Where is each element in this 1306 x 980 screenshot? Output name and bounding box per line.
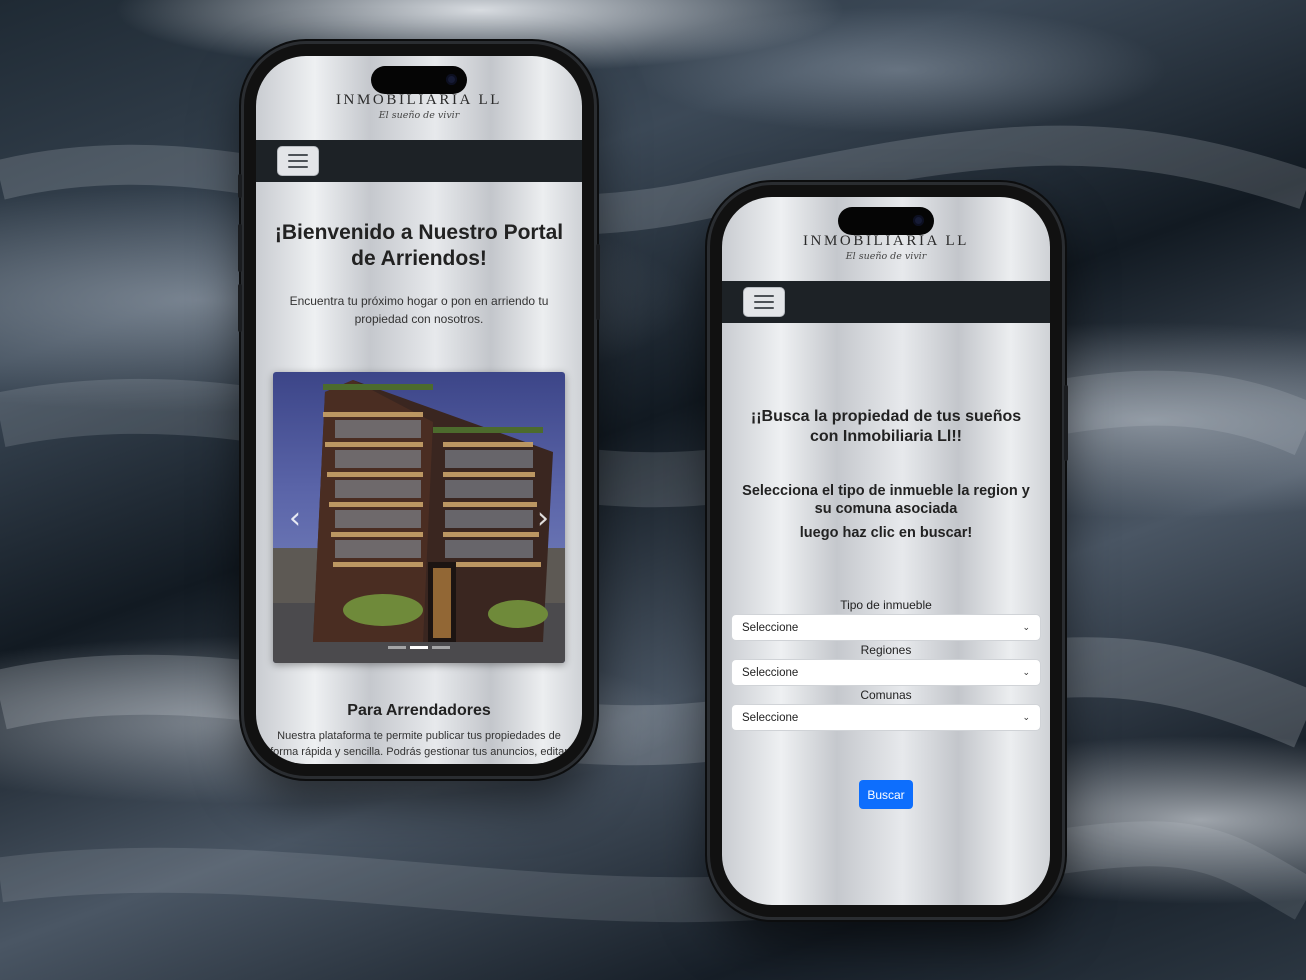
carousel-indicator-active[interactable] <box>410 646 428 649</box>
background-silk-waves <box>0 125 1306 923</box>
search-title: ¡¡Busca la propiedad de tus sueños con I… <box>750 408 1022 445</box>
brand-tagline: El sueño de vivir <box>845 251 927 262</box>
owners-section-title: Para Arrendadores <box>347 702 491 719</box>
camera-icon <box>913 215 924 226</box>
carousel-indicator[interactable] <box>388 646 406 649</box>
commune-label: Comunas <box>860 688 912 702</box>
hamburger-menu-button[interactable] <box>743 287 785 317</box>
phone-screen-search: INMOBILIARIA LL El sueño de vivir ¡¡Busc… <box>722 197 1050 905</box>
hamburger-line <box>288 166 308 168</box>
region-select[interactable]: Seleccione ⌄ <box>731 659 1041 686</box>
phone-side-button <box>238 174 242 198</box>
search-button[interactable]: Buscar <box>859 780 913 809</box>
brand-name: INMOBILIARIA LL <box>802 233 970 249</box>
navbar <box>722 281 1050 323</box>
commune-select[interactable]: Seleccione ⌄ <box>731 704 1041 731</box>
property-carousel[interactable]: ‹ › <box>273 372 565 663</box>
search-instruction-line-1: Selecciona el tipo de inmueble la region… <box>742 483 1030 517</box>
phone-power-button <box>596 244 600 320</box>
chevron-right-icon[interactable]: › <box>531 504 555 534</box>
carousel-indicators <box>273 646 565 649</box>
hamburger-line <box>288 160 308 162</box>
hamburger-line <box>754 301 774 303</box>
camera-icon <box>446 74 457 85</box>
search-form: Tipo de inmueble Seleccione ⌄ Regiones S… <box>722 596 1050 731</box>
commune-value: Seleccione <box>742 711 799 724</box>
phone-power-button <box>1064 385 1068 461</box>
chevron-left-icon[interactable]: ‹ <box>283 504 307 534</box>
hamburger-line <box>754 307 774 309</box>
property-type-label: Tipo de inmueble <box>840 598 932 612</box>
dynamic-island <box>371 66 467 94</box>
hamburger-line <box>288 154 308 156</box>
search-instruction-line-2: luego haz clic en buscar! <box>799 525 973 541</box>
phone-mockup-home: INMOBILIARIA LL El sueño de vivir ¡Bienv… <box>238 44 600 776</box>
hamburger-line <box>754 295 774 297</box>
phone-volume-down-button <box>238 284 242 332</box>
chevron-down-icon: ⌄ <box>1022 667 1030 678</box>
brand-tagline: El sueño de vivir <box>378 110 460 121</box>
phone-volume-up-button <box>238 224 242 272</box>
brand-name: INMOBILIARIA LL <box>335 92 503 108</box>
welcome-text: Encuentra tu próximo hogar o pon en arri… <box>289 294 549 326</box>
owners-section-text: Nuestra plataforma te permite publicar t… <box>270 730 568 758</box>
region-label: Regiones <box>860 643 912 657</box>
carousel-indicator[interactable] <box>432 646 450 649</box>
chevron-down-icon: ⌄ <box>1022 622 1030 633</box>
building-photo <box>273 380 565 663</box>
region-value: Seleccione <box>742 666 799 679</box>
hamburger-menu-button[interactable] <box>277 146 319 176</box>
welcome-title: ¡Bienvenido a Nuestro Portal de Arriendo… <box>274 221 564 270</box>
dynamic-island <box>838 207 934 235</box>
navbar <box>256 140 582 182</box>
property-type-select[interactable]: Seleccione ⌄ <box>731 614 1041 641</box>
phone-mockup-search: INMOBILIARIA LL El sueño de vivir ¡¡Busc… <box>710 185 1068 917</box>
phone-screen-home: INMOBILIARIA LL El sueño de vivir ¡Bienv… <box>256 56 582 764</box>
chevron-down-icon: ⌄ <box>1022 712 1030 723</box>
property-type-value: Seleccione <box>742 621 799 634</box>
